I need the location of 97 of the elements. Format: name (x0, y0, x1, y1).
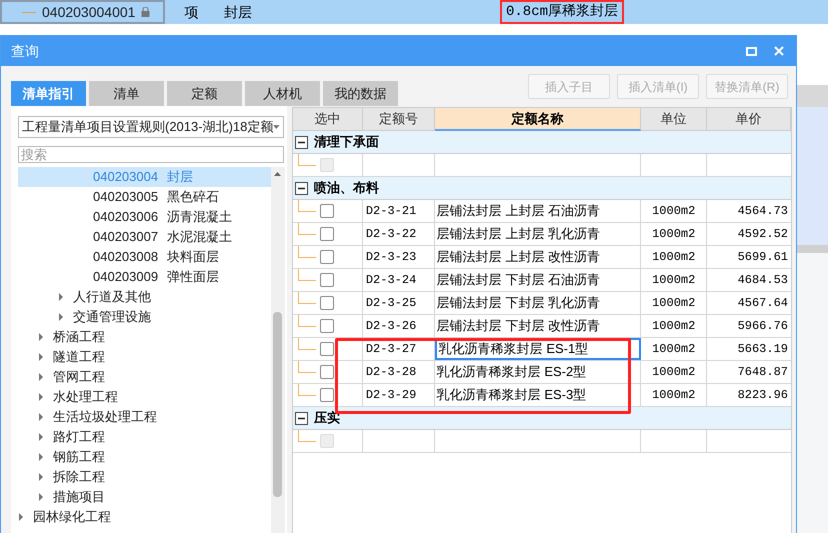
table-cell: D2-3-27 (362, 338, 435, 360)
table-cell[interactable]: 乳化沥青稀浆封层 ES-2型 (434, 361, 642, 383)
table-cell: D2-3-24 (362, 269, 435, 291)
collapsed-arrow-icon[interactable] (58, 292, 64, 300)
maximize-icon[interactable] (746, 46, 757, 56)
group-row[interactable]: 清理下承面 (293, 131, 791, 154)
collapsed-arrow-icon[interactable] (58, 312, 64, 320)
table-cell: 1000m2 (641, 223, 708, 245)
tree-item[interactable]: 水处理工程 (18, 386, 271, 406)
table-cell: 1000m2 (641, 200, 708, 222)
table-cell: D2-3-23 (362, 246, 435, 268)
collapsed-arrow-icon[interactable] (38, 492, 44, 500)
checkbox[interactable] (320, 204, 334, 218)
column-header[interactable]: 定额名称 (434, 108, 642, 131)
table-cell: 1000m2 (641, 338, 708, 360)
close-icon[interactable] (774, 46, 784, 56)
tree-item[interactable]: 管网工程 (18, 366, 271, 386)
table-cell-text: 4567.64 (736, 295, 789, 312)
tree-item[interactable]: 路灯工程 (18, 426, 271, 446)
checkbox[interactable] (320, 227, 334, 241)
library-select[interactable]: 工程量清单项目设置规则(2013-湖北)18定额 (18, 116, 284, 138)
table-cell[interactable]: 层铺法封层 上封层 改性沥青 (434, 246, 642, 268)
table-cell-text: 7648.87 (736, 364, 789, 381)
scroll-up-arrow-icon[interactable] (274, 172, 281, 176)
type-cell-text: 项 (184, 2, 200, 22)
table-cell[interactable]: 乳化沥青稀浆封层 ES-1型 (434, 338, 642, 360)
collapsed-arrow-icon[interactable] (38, 392, 44, 400)
checkbox[interactable] (320, 250, 334, 264)
table-cell-text: 5966.76 (736, 318, 789, 335)
table-cell[interactable]: 层铺法封层 上封层 乳化沥青 (434, 223, 642, 245)
tab[interactable]: 我的数据 (323, 81, 398, 106)
group-row[interactable]: 压实 (293, 407, 791, 430)
tree-item[interactable]: 桥涵工程 (18, 326, 271, 346)
table-cell[interactable]: 层铺法封层 下封层 乳化沥青 (434, 292, 642, 314)
tree-item[interactable]: 040203007 水泥混凝土 (18, 226, 271, 246)
table-cell[interactable]: 层铺法封层 下封层 石油沥青 (434, 269, 642, 291)
tab[interactable]: 人材机 (245, 81, 320, 106)
table-cell[interactable]: 乳化沥青稀浆封层 ES-3型 (434, 384, 642, 406)
tree-item[interactable]: 040203006 沥青混凝土 (18, 206, 271, 226)
collapsed-arrow-icon[interactable] (18, 512, 24, 520)
table-cell: D2-3-21 (362, 200, 435, 222)
collapse-icon[interactable] (295, 412, 308, 424)
tree-item[interactable]: 人行道及其他 (18, 286, 271, 306)
collapse-icon[interactable] (295, 182, 308, 194)
tree-item[interactable]: 040203005 黑色碎石 (18, 186, 271, 206)
tree-item[interactable]: 隧道工程 (18, 346, 271, 366)
tree-item[interactable]: 交通管理设施 (18, 306, 271, 326)
table-cell-text: 8223.96 (736, 387, 789, 404)
checkbox[interactable] (320, 296, 334, 310)
table-cell[interactable]: 层铺法封层 下封层 改性沥青 (434, 315, 642, 337)
table-cell-text: 4684.53 (736, 272, 789, 289)
tree-item[interactable]: 040203009 弹性面层 (18, 266, 271, 286)
checkbox[interactable] (320, 365, 334, 379)
table-cell: 1000m2 (641, 384, 708, 406)
name-cell-text: 封层 (223, 2, 253, 22)
checkbox[interactable] (320, 273, 334, 287)
tab[interactable]: 清单 (89, 81, 164, 106)
table-cell: 1000m2 (641, 361, 708, 383)
tree-item[interactable]: 040203008 块料面层 (18, 246, 271, 266)
collapsed-arrow-icon[interactable] (38, 472, 44, 480)
table-cell-text: 5699.61 (736, 249, 789, 266)
tree-item[interactable]: 生活垃圾处理工程 (18, 406, 271, 426)
table-cell-text: 4592.52 (736, 226, 789, 243)
table-cell: 1000m2 (641, 315, 708, 337)
table-cell[interactable]: 层铺法封层 上封层 石油沥青 (434, 200, 642, 222)
table-cell: 1000m2 (641, 269, 708, 291)
tree-item[interactable]: 园林绿化工程 (18, 506, 271, 526)
tree-item[interactable]: 拆除工程 (18, 466, 271, 486)
table-cell: D2-3-26 (362, 315, 435, 337)
table-cell: D2-3-28 (362, 361, 435, 383)
table-cell: D2-3-22 (362, 223, 435, 245)
collapsed-arrow-icon[interactable] (38, 352, 44, 360)
table-cell-text: 4564.73 (736, 203, 789, 220)
table-cell-text: 5663.19 (736, 341, 789, 358)
collapsed-arrow-icon[interactable] (38, 412, 44, 420)
window-title: 查询 (11, 42, 39, 60)
checkbox[interactable] (320, 319, 334, 333)
table-cell: D2-3-29 (362, 384, 435, 406)
checkbox[interactable] (320, 342, 334, 356)
dropdown-arrow-icon (273, 124, 280, 129)
collapsed-arrow-icon[interactable] (38, 332, 44, 340)
code-cell: 040203004001 (0, 0, 165, 24)
table-cell: 1000m2 (641, 246, 708, 268)
collapsed-arrow-icon[interactable] (38, 432, 44, 440)
tree-item[interactable]: 措施项目 (18, 486, 271, 506)
description-cell: 0.8cm厚稀浆封层 (500, 0, 624, 24)
checkbox[interactable] (320, 388, 334, 402)
group-row[interactable]: 喷油、布料 (293, 177, 791, 200)
collapsed-arrow-icon[interactable] (38, 372, 44, 380)
tab[interactable]: 定额 (167, 81, 242, 106)
collapse-icon[interactable] (295, 136, 308, 148)
search-field[interactable]: 搜索 (18, 146, 284, 162)
collapsed-arrow-icon[interactable] (38, 452, 44, 460)
table-cell: 1000m2 (641, 292, 708, 314)
table-cell: D2-3-25 (362, 292, 435, 314)
scrollbar[interactable] (271, 166, 285, 533)
tree-item[interactable]: 钢筋工程 (18, 446, 271, 466)
